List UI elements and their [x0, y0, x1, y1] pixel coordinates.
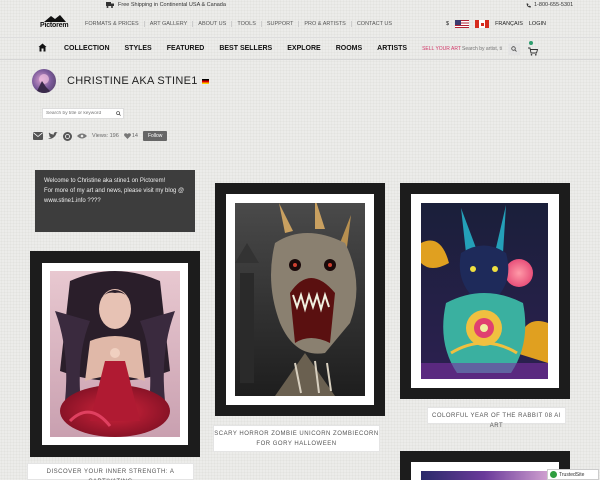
views-count: Views: 196 — [92, 133, 119, 139]
welcome-message: Welcome to Christine aka stine1 on Picto… — [35, 170, 195, 232]
cat-collection[interactable]: COLLECTION — [64, 45, 110, 52]
phone-number: 1-800-655-5301 — [534, 2, 574, 8]
social-bar: Views: 196 14 Follow — [33, 131, 168, 141]
right-tools: $ FRANÇAIS LOGIN — [446, 20, 546, 28]
cat-artists[interactable]: ARTISTS — [377, 45, 407, 52]
artwork-caption[interactable]: SCARY HORROR ZOMBIE UNICORN ZOMBIECORN F… — [213, 425, 380, 452]
shipping-notice: Free Shipping in Continental USA & Canad… — [106, 2, 226, 8]
cart-icon — [528, 47, 539, 56]
views-eye-icon — [77, 133, 87, 139]
avatar[interactable] — [32, 69, 56, 93]
cart-badge — [529, 41, 533, 45]
welcome-line: Welcome to Christine aka stine1 on Picto… — [44, 178, 166, 184]
toplink-gallery[interactable]: ART GALLERY — [145, 21, 194, 27]
artwork-caption[interactable]: COLORFUL YEAR OF THE RABBIT 08 AI ART — [427, 407, 566, 429]
cat-explore[interactable]: EXPLORE — [287, 45, 320, 52]
caption-line: FOR GORY HALLOWEEN — [256, 441, 337, 447]
site-search — [462, 42, 522, 55]
search-button[interactable] — [508, 42, 520, 55]
artwork-image-inner-strength[interactable] — [50, 271, 180, 437]
logo-mark-icon — [44, 15, 66, 22]
artwork-image-partial[interactable] — [421, 471, 548, 480]
us-flag-icon[interactable] — [455, 20, 470, 28]
top-links: FORMATS & PRICES ART GALLERY ABOUT US TO… — [80, 21, 397, 27]
language-link[interactable]: FRANÇAIS — [495, 21, 523, 27]
artwork-card-zombiecorn[interactable] — [215, 183, 385, 416]
heart-icon[interactable] — [123, 133, 131, 139]
phone-link[interactable]: 1-800-655-5301 — [526, 2, 573, 8]
category-nav: COLLECTION STYLES FEATURED BEST SELLERS … — [0, 38, 600, 60]
check-icon — [550, 471, 557, 478]
logo-text: Pictorem — [40, 22, 69, 29]
truck-icon — [106, 2, 114, 8]
toplink-support[interactable]: SUPPORT — [262, 21, 300, 27]
search-icon — [511, 45, 517, 52]
currency-selector[interactable]: $ — [446, 21, 449, 27]
caption-line: SCARY HORROR ZOMBIE UNICORN ZOMBIECORN — [214, 431, 379, 437]
trustedsite-text: TrustedSite — [559, 471, 585, 478]
trustedsite-badge[interactable]: TrustedSite — [547, 469, 599, 480]
top-bar: Free Shipping in Continental USA & Canad… — [0, 0, 600, 12]
avatar-art — [36, 74, 52, 93]
cat-best-sellers[interactable]: BEST SELLERS — [219, 45, 272, 52]
cat-featured[interactable]: FEATURED — [167, 45, 205, 52]
welcome-line: www.stine1.info ???? — [44, 198, 101, 204]
shipping-text: Free Shipping in Continental USA & Canad… — [118, 2, 226, 8]
keyword-search-button[interactable] — [112, 108, 124, 119]
login-link[interactable]: LOGIN — [529, 21, 546, 27]
main-nav: Pictorem FORMATS & PRICES ART GALLERY AB… — [0, 12, 600, 38]
twitter-icon[interactable] — [48, 132, 58, 140]
toplink-contact[interactable]: CONTACT US — [352, 21, 397, 27]
artist-name: CHRISTINE AKA STINE1 — [67, 75, 209, 87]
caption-line: DISCOVER YOUR INNER STRENGTH: A CAPTIVAT… — [46, 469, 175, 480]
category-links: COLLECTION STYLES FEATURED BEST SELLERS … — [64, 45, 476, 52]
cat-rooms[interactable]: ROOMS — [336, 45, 362, 52]
phone-icon — [526, 3, 531, 8]
canada-flag-icon[interactable] — [475, 20, 490, 28]
pictorem-logo[interactable]: Pictorem — [40, 15, 72, 31]
artwork-caption[interactable]: DISCOVER YOUR INNER STRENGTH: A CAPTIVAT… — [27, 463, 194, 480]
search-input[interactable] — [462, 45, 508, 52]
cart-button[interactable] — [528, 41, 539, 56]
follow-button[interactable]: Follow — [142, 131, 168, 141]
artwork-card-inner-strength[interactable] — [30, 251, 200, 457]
artwork-image-zombiecorn[interactable] — [235, 203, 365, 396]
email-icon[interactable] — [33, 132, 43, 140]
likes-count: 14 — [131, 133, 138, 139]
toplink-pro[interactable]: PRO & ARTISTS — [299, 21, 352, 27]
artwork-card-partial[interactable] — [400, 451, 570, 480]
artwork-card-rabbit[interactable] — [400, 183, 570, 399]
instagram-icon[interactable] — [63, 131, 72, 141]
artist-name-text: CHRISTINE AKA STINE1 — [67, 75, 198, 87]
artist-profile: CHRISTINE AKA STINE1 — [32, 69, 209, 93]
cat-styles[interactable]: STYLES — [125, 45, 152, 52]
toplink-formats[interactable]: FORMATS & PRICES — [80, 21, 145, 27]
germany-flag-icon — [201, 78, 209, 84]
search-icon — [115, 111, 121, 116]
toplink-tools[interactable]: TOOLS — [232, 21, 262, 27]
welcome-line: For more of my art and news, please visi… — [44, 188, 185, 194]
artwork-image-rabbit[interactable] — [421, 203, 548, 379]
caption-line: COLORFUL YEAR OF THE RABBIT 08 AI ART — [432, 413, 561, 429]
sell-your-art-link[interactable]: SELL YOUR ART — [422, 46, 461, 52]
toplink-about[interactable]: ABOUT US — [193, 21, 233, 27]
home-icon[interactable] — [38, 43, 47, 52]
